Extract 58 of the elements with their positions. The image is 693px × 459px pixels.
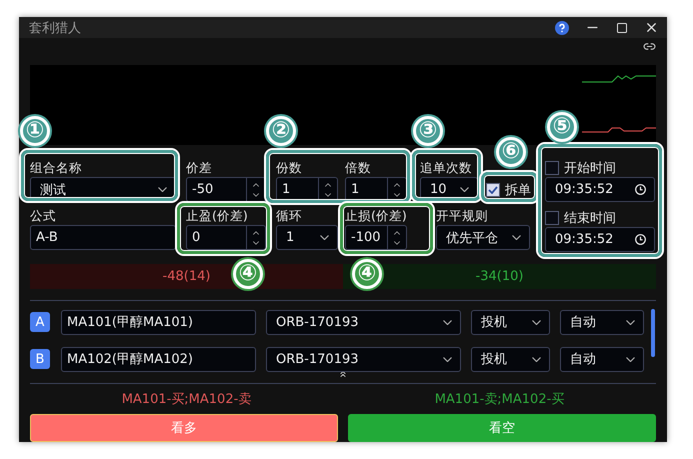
dropdown[interactable]: ORB-170193 <box>266 310 461 334</box>
number-field[interactable]: -100 <box>345 225 407 250</box>
checkbox[interactable]: 开始时间 <box>545 160 655 175</box>
field-label: 份数 <box>276 160 303 175</box>
dropdown[interactable]: 1 <box>276 225 338 250</box>
dropdown[interactable]: 投机 <box>471 310 550 334</box>
clock-icon <box>635 184 646 195</box>
check-icon <box>488 186 498 194</box>
help-icon[interactable] <box>555 20 569 34</box>
chevron-down-icon <box>443 356 452 362</box>
time-field[interactable]: 09:35:52 <box>545 227 655 252</box>
dropdown[interactable]: 优先平仓 <box>436 225 530 250</box>
field-label: 开平规则 <box>436 208 489 223</box>
time-field[interactable]: 09:35:52 <box>545 177 655 202</box>
number-field[interactable]: -50 <box>186 177 266 202</box>
chevron-down-icon <box>512 235 521 240</box>
chevron-down-icon <box>626 320 635 324</box>
callout-number: ④ <box>233 259 263 289</box>
field-label: 公式 <box>30 208 57 223</box>
number-field[interactable]: 0 <box>186 225 266 250</box>
dropdown[interactable]: 自动 <box>560 310 644 334</box>
field-label: 组合名称 <box>30 160 83 175</box>
close-icon[interactable] <box>644 20 659 35</box>
field-label: 追单次数 <box>420 160 473 175</box>
short-signal: MA101-卖;MA102-买 <box>434 391 566 408</box>
leg-badge: B <box>30 349 50 369</box>
chevron-down-icon <box>460 187 469 192</box>
field-label: 循环 <box>276 208 303 223</box>
callout-number: ④ <box>352 259 382 289</box>
chevron-down-icon <box>532 356 541 362</box>
checkbox[interactable]: 拆单 <box>486 177 531 202</box>
leg-badge: A <box>30 312 50 332</box>
chevron-down-icon <box>158 187 167 192</box>
instrument-field[interactable]: MA101(甲醇MA101) <box>61 310 256 334</box>
callout-number: ⑤ <box>547 112 577 142</box>
field-label: 止损(价差) <box>345 208 407 223</box>
instrument-field[interactable]: MA102(甲醇MA102) <box>61 346 256 372</box>
chevron-down-icon <box>532 320 541 324</box>
dropdown[interactable]: 投机 <box>471 346 550 372</box>
field-label: 倍数 <box>345 160 372 175</box>
maximize-icon[interactable] <box>616 22 628 34</box>
chevron-down-icon <box>443 320 452 324</box>
long-signal: MA101-买;MA102-卖 <box>120 391 252 408</box>
field-label: 止盈(价差) <box>186 208 249 223</box>
callout-number: ⑥ <box>496 137 526 167</box>
scrollbar[interactable] <box>651 309 655 357</box>
callout-number: ② <box>266 116 296 146</box>
chevron-down-icon <box>626 356 635 362</box>
dropdown[interactable]: 自动 <box>560 346 644 372</box>
text-field[interactable]: A-B <box>30 225 176 250</box>
chevron-down-icon <box>320 235 329 240</box>
dropdown[interactable]: ORB-170193 <box>266 346 461 372</box>
field-label: 价差 <box>186 160 213 175</box>
clock-icon <box>635 234 646 245</box>
callout-number: ① <box>20 116 50 146</box>
checkbox[interactable]: 结束时间 <box>545 210 655 225</box>
callout-number: ③ <box>413 116 443 146</box>
window-title: 套利猎人 <box>29 20 82 36</box>
